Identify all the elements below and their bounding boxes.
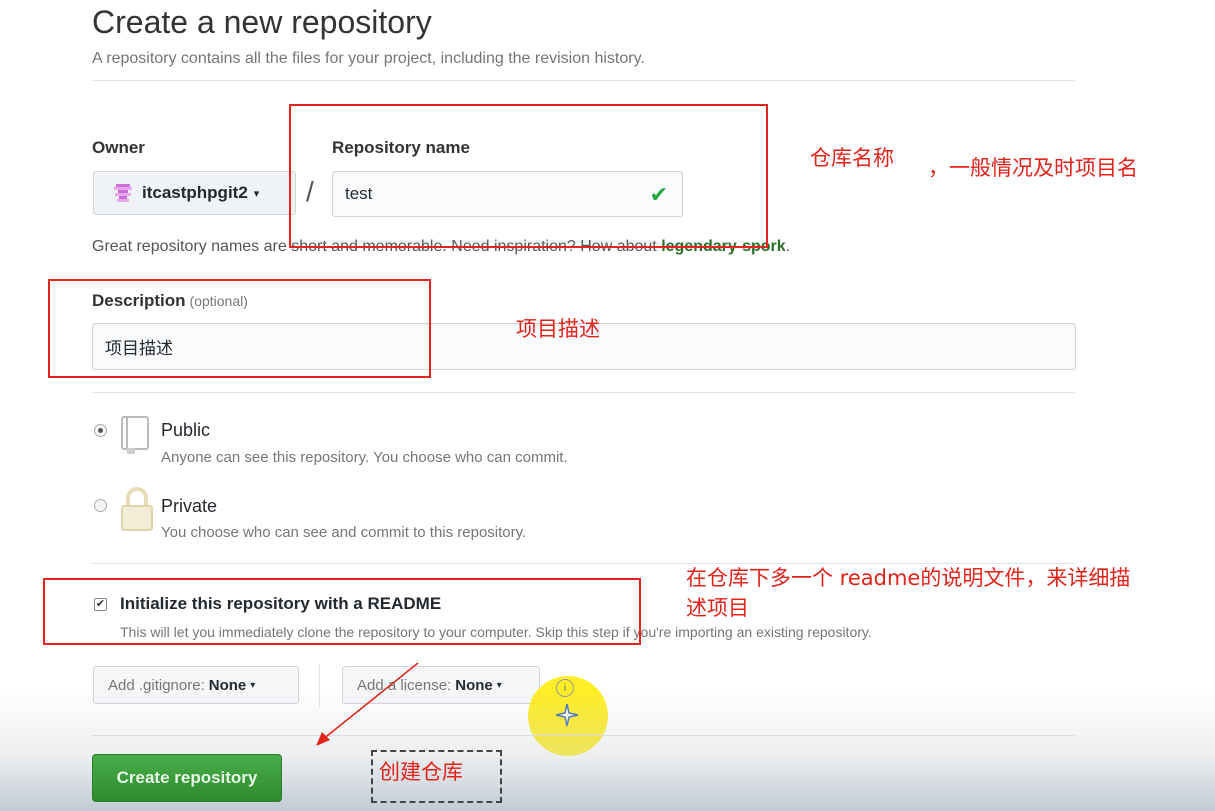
- lock-icon: [121, 487, 153, 531]
- page-title: Create a new repository: [92, 4, 432, 40]
- annotation-create: 创建仓库: [379, 760, 463, 784]
- gitignore-prefix: Add .gitignore:: [108, 676, 205, 694]
- chevron-down-icon: ▾: [253, 187, 260, 200]
- annotation-readme-line2: 述项目: [686, 596, 749, 620]
- divider: [92, 80, 1075, 81]
- annotation-repo-name-2: ，一般情况及时项目名: [928, 156, 1138, 180]
- cursor-crosshair-icon: [555, 703, 579, 727]
- owner-value: itcastphpgit2: [142, 183, 248, 202]
- annotation-description: 项目描述: [516, 317, 600, 341]
- gitignore-select[interactable]: Add .gitignore: None ▾: [93, 666, 299, 704]
- private-description: You choose who can see and commit to thi…: [161, 524, 527, 541]
- owner-avatar-icon: [114, 184, 132, 202]
- annotation-repo-name: 仓库名称: [810, 146, 894, 170]
- divider: [92, 735, 1075, 736]
- license-value: None: [455, 676, 493, 694]
- divider: [92, 392, 1075, 393]
- private-radio[interactable]: [94, 499, 107, 512]
- annotation-box-repo-name: [289, 104, 768, 248]
- annotation-arrow: [316, 662, 419, 746]
- gitignore-value: None: [208, 676, 247, 694]
- private-title: Private: [161, 496, 218, 516]
- create-repository-button[interactable]: Create repository: [92, 754, 282, 802]
- page-subtitle: A repository contains all the files for …: [92, 50, 645, 67]
- annotation-box-readme: [43, 578, 641, 645]
- hint-suffix: .: [785, 238, 791, 255]
- public-radio[interactable]: [94, 424, 107, 437]
- chevron-down-icon: ▾: [496, 679, 502, 691]
- owner-label: Owner: [92, 138, 145, 157]
- annotation-readme-line1: 在仓库下多一个 readme的说明文件，来详细描: [686, 566, 1131, 590]
- info-icon[interactable]: i: [556, 679, 574, 697]
- annotation-box-description: [48, 279, 431, 378]
- public-title: Public: [161, 420, 211, 440]
- chevron-down-icon: ▾: [250, 679, 256, 691]
- repo-book-icon: [121, 416, 149, 454]
- owner-select[interactable]: itcastphpgit2 ▾: [93, 171, 296, 215]
- public-description: Anyone can see this repository. You choo…: [161, 449, 568, 466]
